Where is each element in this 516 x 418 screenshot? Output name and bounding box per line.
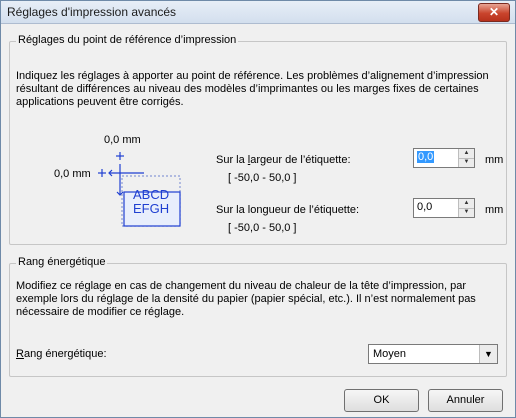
energy-rank-legend: Rang énergétique [16, 256, 108, 268]
reference-point-group: Réglages du point de référence d’impress… [9, 34, 507, 245]
label-length-value[interactable]: 0,0 [417, 201, 432, 213]
label-width-label: Sur la largeur de l’étiquette: [216, 154, 351, 167]
label-width-spinner[interactable]: 0,0 ▲ ▼ [413, 148, 475, 168]
label-length-down-arrow-icon[interactable]: ▼ [459, 208, 474, 217]
label-length-label: Sur la longueur de l’étiquette: [216, 204, 360, 216]
label-length-spin-buttons: ▲ ▼ [458, 199, 474, 217]
label-length-spinner[interactable]: 0,0 ▲ ▼ [413, 198, 475, 218]
sample-text-line1: ABCD [133, 187, 170, 202]
energy-rank-select[interactable]: Moyen ▼ [368, 344, 498, 364]
energy-rank-label-text: ang énergétique: [23, 348, 107, 360]
advanced-print-settings-dialog: Réglages d'impression avancés ✕ Réglages… [0, 0, 516, 418]
ok-button[interactable]: OK [344, 389, 419, 412]
sample-text-line2: EFGH [133, 201, 170, 216]
reference-point-description: Indiquez les réglages à apporter au poin… [16, 70, 489, 108]
energy-rank-selected: Moyen [373, 348, 407, 360]
energy-rank-group: Rang énergétique Modifiez ce réglage en … [9, 256, 507, 377]
chevron-down-icon[interactable]: ▼ [479, 345, 497, 363]
label-width-down-arrow-icon[interactable]: ▼ [459, 158, 474, 167]
label-length-range: [ -50,0 - 50,0 ] [228, 222, 297, 234]
energy-rank-description: Modifiez ce réglage en cas de changement… [16, 280, 476, 318]
label-width-unit: mm [485, 154, 504, 166]
label-width-value[interactable]: 0,0 [417, 151, 435, 163]
reference-point-legend: Réglages du point de référence d’impress… [16, 34, 239, 46]
energy-rank-access-key: R [16, 348, 24, 360]
title-bar: Réglages d'impression avancés ✕ [1, 1, 515, 24]
label-width-spin-buttons: ▲ ▼ [458, 149, 474, 167]
energy-rank-label: Rang énergétique: [16, 348, 107, 361]
dialog-title: Réglages d'impression avancés [7, 5, 177, 19]
label-width-text-pre: Sur la [216, 154, 248, 166]
close-button[interactable]: ✕ [478, 3, 510, 22]
cancel-button[interactable]: Annuler [428, 389, 503, 412]
label-width-text-post: argeur de l’étiquette: [250, 154, 351, 166]
label-width-range: [ -50,0 - 50,0 ] [228, 172, 297, 184]
diagram-left-label: 0,0 mm [54, 168, 91, 180]
label-length-unit: mm [485, 204, 504, 216]
